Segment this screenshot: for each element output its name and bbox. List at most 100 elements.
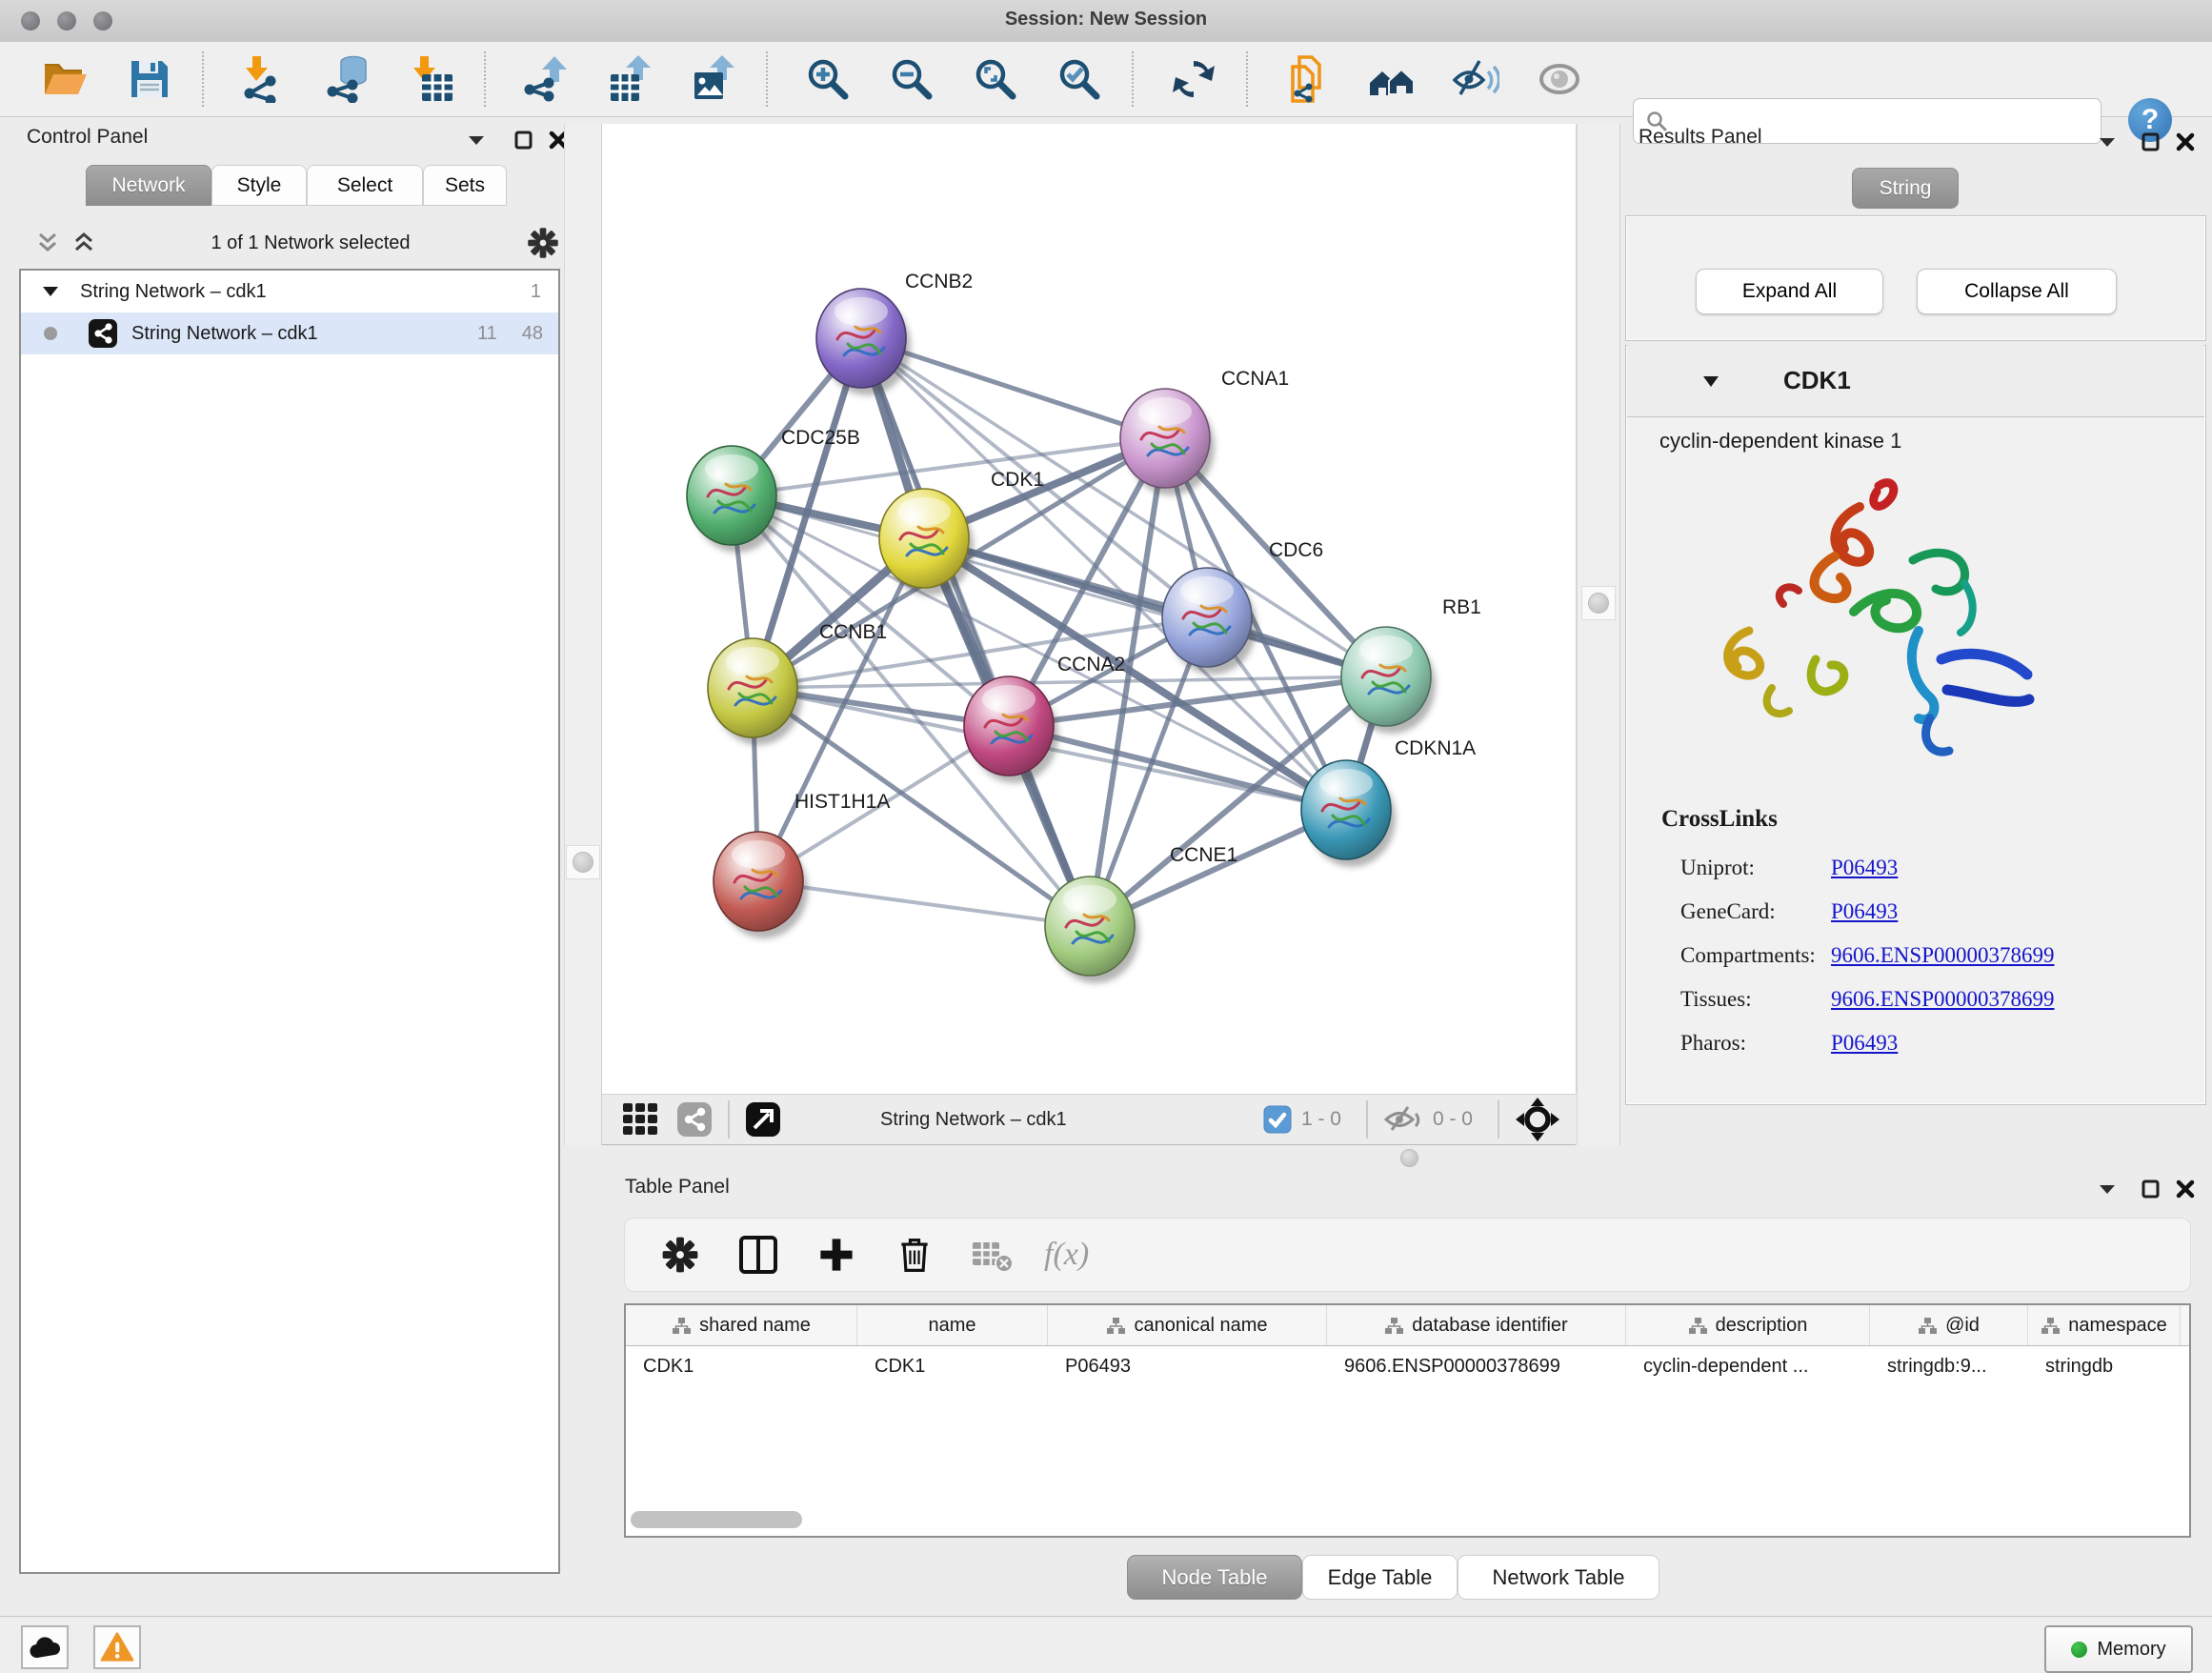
tab-style[interactable]: Style (211, 165, 307, 206)
network-node[interactable]: CCNB1 (708, 621, 887, 745)
table-row[interactable]: CDK1CDK1P064939606.ENSP00000378699cyclin… (626, 1346, 2189, 1386)
column-header--id[interactable]: @id (1870, 1305, 2028, 1345)
open-session-icon[interactable] (42, 55, 90, 103)
column-header-database-identifier[interactable]: database identifier (1327, 1305, 1626, 1345)
network-options-gear-icon[interactable] (526, 226, 560, 260)
right-splitter-handle[interactable] (1581, 586, 1616, 620)
crosslink-link[interactable]: P06493 (1831, 1031, 1898, 1056)
control-panel-collapse-icon[interactable] (465, 129, 490, 151)
zoom-out-icon[interactable] (888, 55, 935, 103)
birdseye-crosshair-icon[interactable] (1515, 1097, 1560, 1142)
network-canvas[interactable]: CCNB2CCNA1CDC25BCDK1CDC6RB1CCNB1CCNA2CDK… (602, 124, 1577, 1094)
gene-collapse-icon[interactable] (1701, 373, 1720, 389)
results-panel-close-icon[interactable] (2174, 131, 2199, 153)
save-session-icon[interactable] (126, 55, 173, 103)
network-node[interactable]: CCNA1 (1120, 368, 1289, 495)
table-cell[interactable]: CDK1 (857, 1356, 1048, 1378)
table-cell[interactable]: 9606.ENSP00000378699 (1327, 1356, 1626, 1378)
table-cell[interactable]: stringdb:9... (1870, 1356, 2028, 1378)
zoom-selected-icon[interactable] (1056, 55, 1103, 103)
tab-network[interactable]: Network (86, 165, 211, 206)
crosslink-link[interactable]: P06493 (1831, 856, 1898, 880)
detach-view-icon[interactable] (745, 1101, 781, 1138)
network-row-selected[interactable]: String Network – cdk1 11 48 (21, 312, 558, 354)
network-collection-row[interactable]: String Network – cdk1 1 (21, 271, 558, 312)
left-splitter-handle[interactable] (566, 845, 600, 879)
import-network-icon[interactable] (240, 55, 288, 103)
expand-all-button[interactable]: Expand All (1696, 269, 1883, 314)
table-cell[interactable]: P06493 (1048, 1356, 1327, 1378)
memory-status-icon (2071, 1642, 2087, 1658)
results-panel-float-icon[interactable] (2140, 131, 2164, 153)
grid-view-icon[interactable] (623, 1103, 659, 1136)
table-cell[interactable]: CDK1 (626, 1356, 857, 1378)
warnings-button[interactable] (93, 1625, 141, 1669)
network-node[interactable]: CCNB2 (816, 271, 973, 395)
tab-node-table[interactable]: Node Table (1127, 1555, 1302, 1600)
tab-sets[interactable]: Sets (423, 165, 507, 206)
right-splitter[interactable] (1577, 124, 1620, 1170)
refresh-icon[interactable] (1170, 55, 1217, 103)
network-selection-status: 1 of 1 Network selected (95, 232, 526, 254)
function-builder-icon: f(x) (1044, 1237, 1089, 1273)
collapse-all-button[interactable]: Collapse All (1917, 269, 2117, 314)
delete-column-icon[interactable] (892, 1232, 937, 1278)
import-network-database-icon[interactable] (324, 55, 372, 103)
hidden-eye-icon[interactable] (1383, 1103, 1423, 1136)
tab-select[interactable]: Select (307, 165, 423, 206)
horizontal-splitter[interactable] (602, 1145, 2212, 1170)
zoom-fit-icon[interactable] (972, 55, 1019, 103)
expand-all-networks-icon[interactable] (36, 231, 59, 255)
hide-selected-icon[interactable] (1452, 55, 1499, 103)
column-header-name[interactable]: name (857, 1305, 1048, 1345)
memory-label: Memory (2097, 1639, 2165, 1661)
selected-checkbox-icon[interactable] (1263, 1105, 1292, 1134)
node-label: CCNB1 (819, 621, 887, 643)
collapse-all-networks-icon[interactable] (72, 231, 95, 255)
table-cell[interactable]: stringdb (2028, 1356, 2181, 1378)
crosslink-link[interactable]: 9606.ENSP00000378699 (1831, 943, 2055, 968)
network-node[interactable]: RB1 (1341, 596, 1481, 734)
table-cell[interactable]: cyclin-dependent ... (1626, 1356, 1870, 1378)
import-table-icon[interactable] (408, 55, 455, 103)
show-columns-icon[interactable] (735, 1232, 781, 1278)
network-node[interactable]: CDC6 (1162, 539, 1323, 675)
export-table-icon[interactable] (606, 55, 654, 103)
toolbar-separator (202, 51, 204, 107)
network-node[interactable]: CDKN1A (1301, 737, 1476, 867)
memory-button[interactable]: Memory (2044, 1625, 2193, 1673)
column-header-namespace[interactable]: namespace (2028, 1305, 2181, 1345)
network-overview-icon[interactable] (676, 1101, 713, 1138)
export-image-icon[interactable] (690, 55, 737, 103)
table-panel-collapse-icon[interactable] (2096, 1178, 2121, 1200)
control-panel-float-icon[interactable] (513, 129, 537, 151)
crosslink-link[interactable]: 9606.ENSP00000378699 (1831, 987, 2055, 1012)
export-network-icon[interactable] (522, 55, 570, 103)
collection-count: 1 (531, 281, 541, 303)
tab-string[interactable]: String (1852, 168, 1959, 209)
network-node[interactable]: CCNE1 (1045, 844, 1237, 983)
tab-edge-table[interactable]: Edge Table (1302, 1555, 1458, 1600)
cloud-button[interactable] (21, 1625, 69, 1669)
table-settings-gear-icon[interactable] (657, 1232, 703, 1278)
tab-network-table[interactable]: Network Table (1458, 1555, 1659, 1600)
crosslink-link[interactable]: P06493 (1831, 899, 1898, 924)
show-all-icon[interactable] (1536, 55, 1583, 103)
zoom-in-icon[interactable] (804, 55, 852, 103)
network-node[interactable]: HIST1H1A (714, 791, 890, 938)
add-column-icon[interactable] (814, 1232, 859, 1278)
column-header-canonical-name[interactable]: canonical name (1048, 1305, 1327, 1345)
results-panel-collapse-icon[interactable] (2096, 131, 2121, 153)
left-splitter[interactable] (564, 124, 602, 1145)
table-panel-close-icon[interactable] (2174, 1178, 2199, 1200)
share-document-icon[interactable] (1284, 55, 1332, 103)
table-panel-float-icon[interactable] (2140, 1178, 2164, 1200)
column-header-description[interactable]: description (1626, 1305, 1870, 1345)
node-label: CCNA2 (1057, 654, 1125, 675)
table-horizontal-scrollbar[interactable] (631, 1511, 802, 1528)
collection-expand-icon[interactable] (42, 285, 59, 298)
horizontal-splitter-handle[interactable] (1400, 1149, 1418, 1167)
home-icon[interactable] (1368, 55, 1416, 103)
column-header-shared-name[interactable]: shared name (626, 1305, 857, 1345)
gene-section-header[interactable]: CDK1 (1627, 345, 2204, 417)
